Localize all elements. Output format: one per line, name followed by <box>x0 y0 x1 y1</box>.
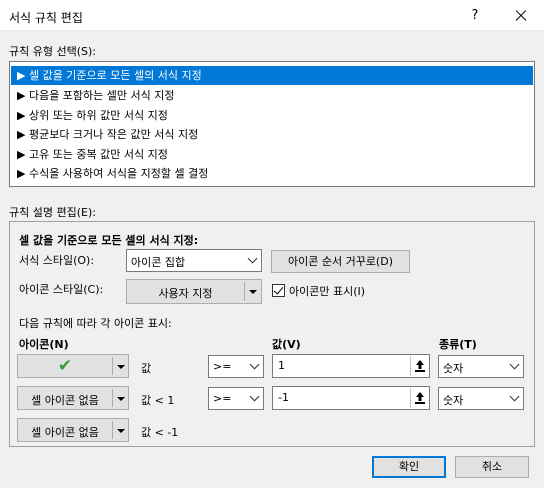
cell-reference-icon[interactable] <box>410 388 428 408</box>
ok-button[interactable]: 확인 <box>372 456 446 478</box>
help-icon[interactable]: ? <box>465 6 485 26</box>
condition-row-3: 값 < -1 <box>141 426 179 439</box>
reverse-icon-order-button[interactable]: 아이콘 순서 거꾸로(D) <box>271 250 410 273</box>
chevron-down-icon <box>243 251 260 270</box>
operator-select-row-1[interactable]: >= <box>208 355 264 378</box>
column-value-header: 값(V) <box>272 338 301 351</box>
value-input-row-1[interactable]: 1 <box>272 354 430 378</box>
rule-type-item[interactable]: ▶ 다음을 포함하는 셀만 서식 지정 <box>11 86 533 105</box>
column-type-header: 종류(T) <box>439 338 477 351</box>
chevron-down-icon <box>245 389 262 408</box>
icon-style-value: 사용자 지정 <box>158 287 213 300</box>
no-cell-icon-label: 셀 아이콘 없음 <box>31 394 99 407</box>
icon-picker-row-1[interactable]: ✔ <box>17 354 129 378</box>
chevron-down-icon <box>245 357 262 376</box>
no-cell-icon-label: 셀 아이콘 없음 <box>31 426 99 439</box>
format-style-label: 서식 스타일(O): <box>19 254 95 267</box>
type-select-row-1[interactable]: 숫자 <box>438 355 524 378</box>
rule-description-label: 규칙 설명 편집(E): <box>9 206 96 219</box>
rule-type-item[interactable]: ▶ 평균보다 크거나 작은 값만 서식 지정 <box>11 125 533 144</box>
window-title: 서식 규칙 편집 <box>9 11 83 25</box>
rule-type-item[interactable]: ▶ 수식을 사용하여 서식을 지정할 셀 결정 <box>11 164 533 183</box>
operator-value: >= <box>213 360 232 373</box>
value-text: 1 <box>278 359 285 372</box>
dropdown-arrow-icon <box>117 365 125 369</box>
value-text: -1 <box>278 391 289 404</box>
column-icon-header: 아이콘(N) <box>19 338 69 351</box>
format-style-value: 아이콘 집합 <box>131 256 186 269</box>
operator-select-row-2[interactable]: >= <box>208 387 264 410</box>
type-value: 숫자 <box>443 362 464 375</box>
icon-picker-row-3[interactable]: 셀 아이콘 없음 <box>17 418 129 442</box>
icon-picker-row-2[interactable]: 셀 아이콘 없음 <box>17 386 129 410</box>
icon-only-label: 아이콘만 표시(I) <box>289 285 366 298</box>
dropdown-arrow-icon <box>117 429 125 433</box>
condition-row-2: 값 < 1 <box>141 394 175 407</box>
rule-type-item[interactable]: ▶ 상위 또는 하위 값만 서식 지정 <box>11 106 533 125</box>
rule-type-label: 규칙 유형 선택(S): <box>9 45 96 58</box>
icon-style-label: 아이콘 스타일(C): <box>19 283 104 296</box>
cancel-button[interactable]: 취소 <box>455 456 529 478</box>
chevron-down-icon <box>505 357 522 376</box>
rule-type-list[interactable]: ▶ 셀 값을 기준으로 모든 셀의 서식 지정 ▶ 다음을 포함하는 셀만 서식… <box>9 61 535 187</box>
rule-heading: 셀 값을 기준으로 모든 셀의 서식 지정: <box>19 234 199 247</box>
type-select-row-2[interactable]: 숫자 <box>438 387 524 410</box>
dropdown-arrow-icon <box>249 290 257 294</box>
format-style-select[interactable]: 아이콘 집합 <box>126 249 262 272</box>
value-input-row-2[interactable]: -1 <box>272 386 430 410</box>
operator-value: >= <box>213 392 232 405</box>
cell-reference-icon[interactable] <box>410 356 428 376</box>
rules-label: 다음 규칙에 따라 각 아이콘 표시: <box>19 317 172 330</box>
dropdown-arrow-icon <box>117 397 125 401</box>
green-check-icon: ✔ <box>57 356 73 376</box>
close-icon[interactable] <box>505 4 535 28</box>
icon-style-dropdown[interactable]: 사용자 지정 <box>126 279 262 304</box>
rule-type-item[interactable]: ▶ 고유 또는 중복 값만 서식 지정 <box>11 145 533 164</box>
type-value: 숫자 <box>443 394 464 407</box>
condition-row-1: 값 <box>141 362 152 375</box>
icon-only-checkbox[interactable] <box>272 284 285 297</box>
chevron-down-icon <box>505 389 522 408</box>
rule-type-item[interactable]: ▶ 셀 값을 기준으로 모든 셀의 서식 지정 <box>11 66 533 85</box>
